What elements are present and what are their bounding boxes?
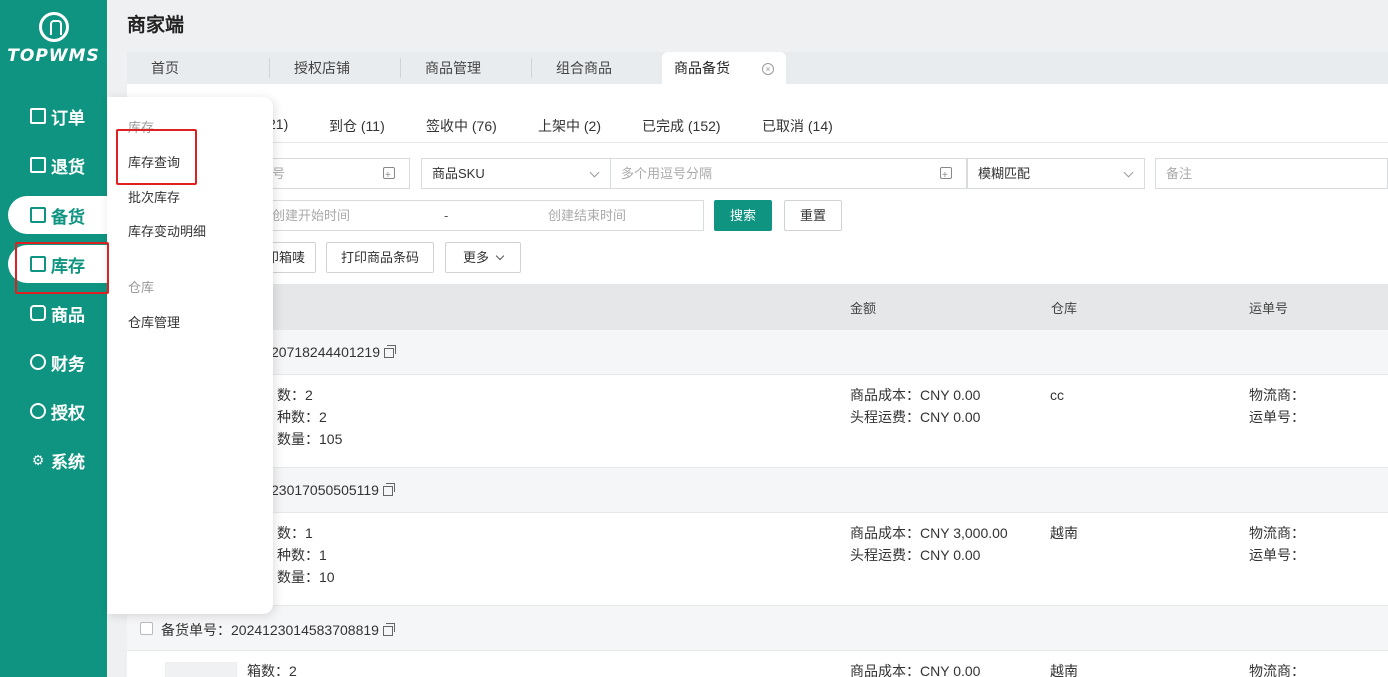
- sidebar-item-returns[interactable]: 退货: [0, 146, 107, 184]
- close-icon[interactable]: ×: [762, 63, 774, 76]
- copy-icon[interactable]: [384, 345, 397, 358]
- table-header: 金额 仓库 运单号: [127, 284, 1388, 329]
- return-icon: [30, 157, 46, 173]
- more-button[interactable]: 更多: [445, 242, 521, 273]
- menu-group-title: 仓库: [128, 280, 155, 295]
- badge-icon: [30, 403, 46, 419]
- mail-icon: [30, 207, 46, 223]
- divider: [127, 142, 1388, 143]
- table-cell-amount: 商品成本：CNY 3,000.00 头程运费：CNY 0.00: [850, 525, 1008, 563]
- tab-home[interactable]: 首页: [151, 52, 179, 84]
- tab-auth-stores[interactable]: 授权店铺: [294, 52, 350, 84]
- column-header-tracking: 运单号: [1249, 301, 1289, 316]
- order-number: 备货单号：2024123014583708819: [161, 620, 395, 640]
- table-cell-warehouse: cc: [1050, 387, 1064, 403]
- search-button[interactable]: 搜索: [714, 200, 772, 231]
- product-thumbnail: [165, 662, 237, 677]
- table-cell-tracking: 物流商：: [1249, 663, 1305, 677]
- gear-icon: ⚙: [31, 451, 45, 468]
- bag-icon: [30, 305, 46, 321]
- sidebar-item-orders[interactable]: 订单: [0, 97, 107, 135]
- menu-item-batch-inventory[interactable]: 批次库存: [128, 187, 180, 206]
- chevron-down-icon: [495, 251, 505, 261]
- table-cell-warehouse: 越南: [1050, 525, 1078, 541]
- order-no-input[interactable]: 号: [257, 158, 410, 190]
- end-time-input[interactable]: 创建结束时间: [548, 201, 626, 230]
- menu-item-warehouse-mgmt[interactable]: 仓库管理: [128, 312, 180, 331]
- status-tab-receiving[interactable]: 签收中 (76): [426, 116, 497, 136]
- chevron-down-icon: [589, 167, 600, 178]
- table-cell-amount: 商品成本：CNY 0.00: [850, 663, 981, 677]
- copy-icon[interactable]: [382, 483, 395, 496]
- menu-item-inventory-changes[interactable]: 库存变动明细: [128, 221, 206, 240]
- paste-icon[interactable]: [383, 161, 395, 190]
- tab-bar: 首页 授权店铺 商品管理 组合商品 商品备货 ×: [127, 52, 1388, 84]
- chevron-down-icon: [1123, 167, 1134, 178]
- start-time-input[interactable]: 创建开始时间: [272, 208, 350, 223]
- logo-icon: [38, 12, 69, 42]
- date-range-picker[interactable]: 创建开始时间 - 创建结束时间: [257, 200, 704, 231]
- logo: TOPWMS: [0, 12, 107, 66]
- sku-type-select[interactable]: 商品SKU: [421, 158, 611, 189]
- tab-divider: [400, 58, 401, 78]
- main-content: 21) 到仓 (11) 签收中 (76) 上架中 (2) 已完成 (152) 已…: [127, 84, 1388, 677]
- sidebar-item-finance[interactable]: 财务: [0, 343, 107, 381]
- row-checkbox[interactable]: [140, 622, 153, 635]
- status-tab-arrived[interactable]: 到仓 (11): [329, 116, 385, 136]
- highlight-box-inventory-query: [116, 129, 197, 185]
- copy-icon[interactable]: [382, 623, 395, 636]
- tab-divider: [531, 58, 532, 78]
- logo-text: TOPWMS: [7, 46, 100, 66]
- match-mode-select[interactable]: 模糊匹配: [967, 158, 1145, 189]
- tab-product-mgmt[interactable]: 商品管理: [425, 52, 481, 84]
- sidebar-item-stocking[interactable]: 备货: [8, 196, 107, 234]
- finance-icon: [30, 354, 46, 370]
- table-cell-amount: 商品成本：CNY 0.00 头程运费：CNY 0.00: [850, 387, 981, 425]
- tab-divider: [269, 58, 270, 78]
- status-tab-shelving[interactable]: 上架中 (2): [538, 116, 601, 136]
- page-title: 商家端: [127, 15, 185, 36]
- table-cell-boxes: 数：1 种数：1 数量：10: [277, 525, 335, 585]
- table-group-row: 23017050505119: [127, 467, 1388, 513]
- status-tab-completed[interactable]: 已完成 (152): [642, 116, 721, 136]
- table-group-row: 20718244401219: [127, 329, 1388, 375]
- tab-stocking[interactable]: 商品备货 ×: [662, 52, 786, 84]
- sidebar-item-auth[interactable]: 授权: [0, 392, 107, 430]
- table-cell-boxes: 箱数：2: [247, 663, 297, 677]
- table-group-row: 备货单号：2024123014583708819: [127, 605, 1388, 651]
- tab-combo-products[interactable]: 组合商品: [556, 52, 612, 84]
- list-icon: [30, 108, 46, 124]
- table-cell-boxes: 数：2 种数：2 数量：105: [277, 387, 343, 447]
- column-header-amount: 金额: [850, 301, 877, 316]
- table-cell-tracking: 物流商： 运单号：: [1249, 387, 1305, 425]
- sidebar: TOPWMS 订单 退货 备货 库存 商品 财务 授权 ⚙ 系统: [0, 0, 107, 677]
- remark-input[interactable]: 备注: [1155, 158, 1388, 189]
- order-number: 23017050505119: [271, 482, 395, 498]
- sidebar-item-products[interactable]: 商品: [0, 294, 107, 332]
- table-cell-tracking: 物流商： 运单号：: [1249, 525, 1305, 563]
- table-cell-warehouse: 越南: [1050, 663, 1078, 677]
- status-tab-cancelled[interactable]: 已取消 (14): [762, 116, 833, 136]
- highlight-box-inventory: [15, 242, 109, 294]
- paste-icon[interactable]: [940, 161, 952, 190]
- order-number: 20718244401219: [271, 344, 397, 360]
- column-header-warehouse: 仓库: [1051, 301, 1078, 316]
- reset-button[interactable]: 重置: [784, 200, 842, 231]
- sku-input[interactable]: 多个用逗号分隔: [610, 158, 967, 190]
- sidebar-item-system[interactable]: ⚙ 系统: [0, 441, 107, 479]
- print-barcode-button[interactable]: 打印商品条码: [326, 242, 434, 273]
